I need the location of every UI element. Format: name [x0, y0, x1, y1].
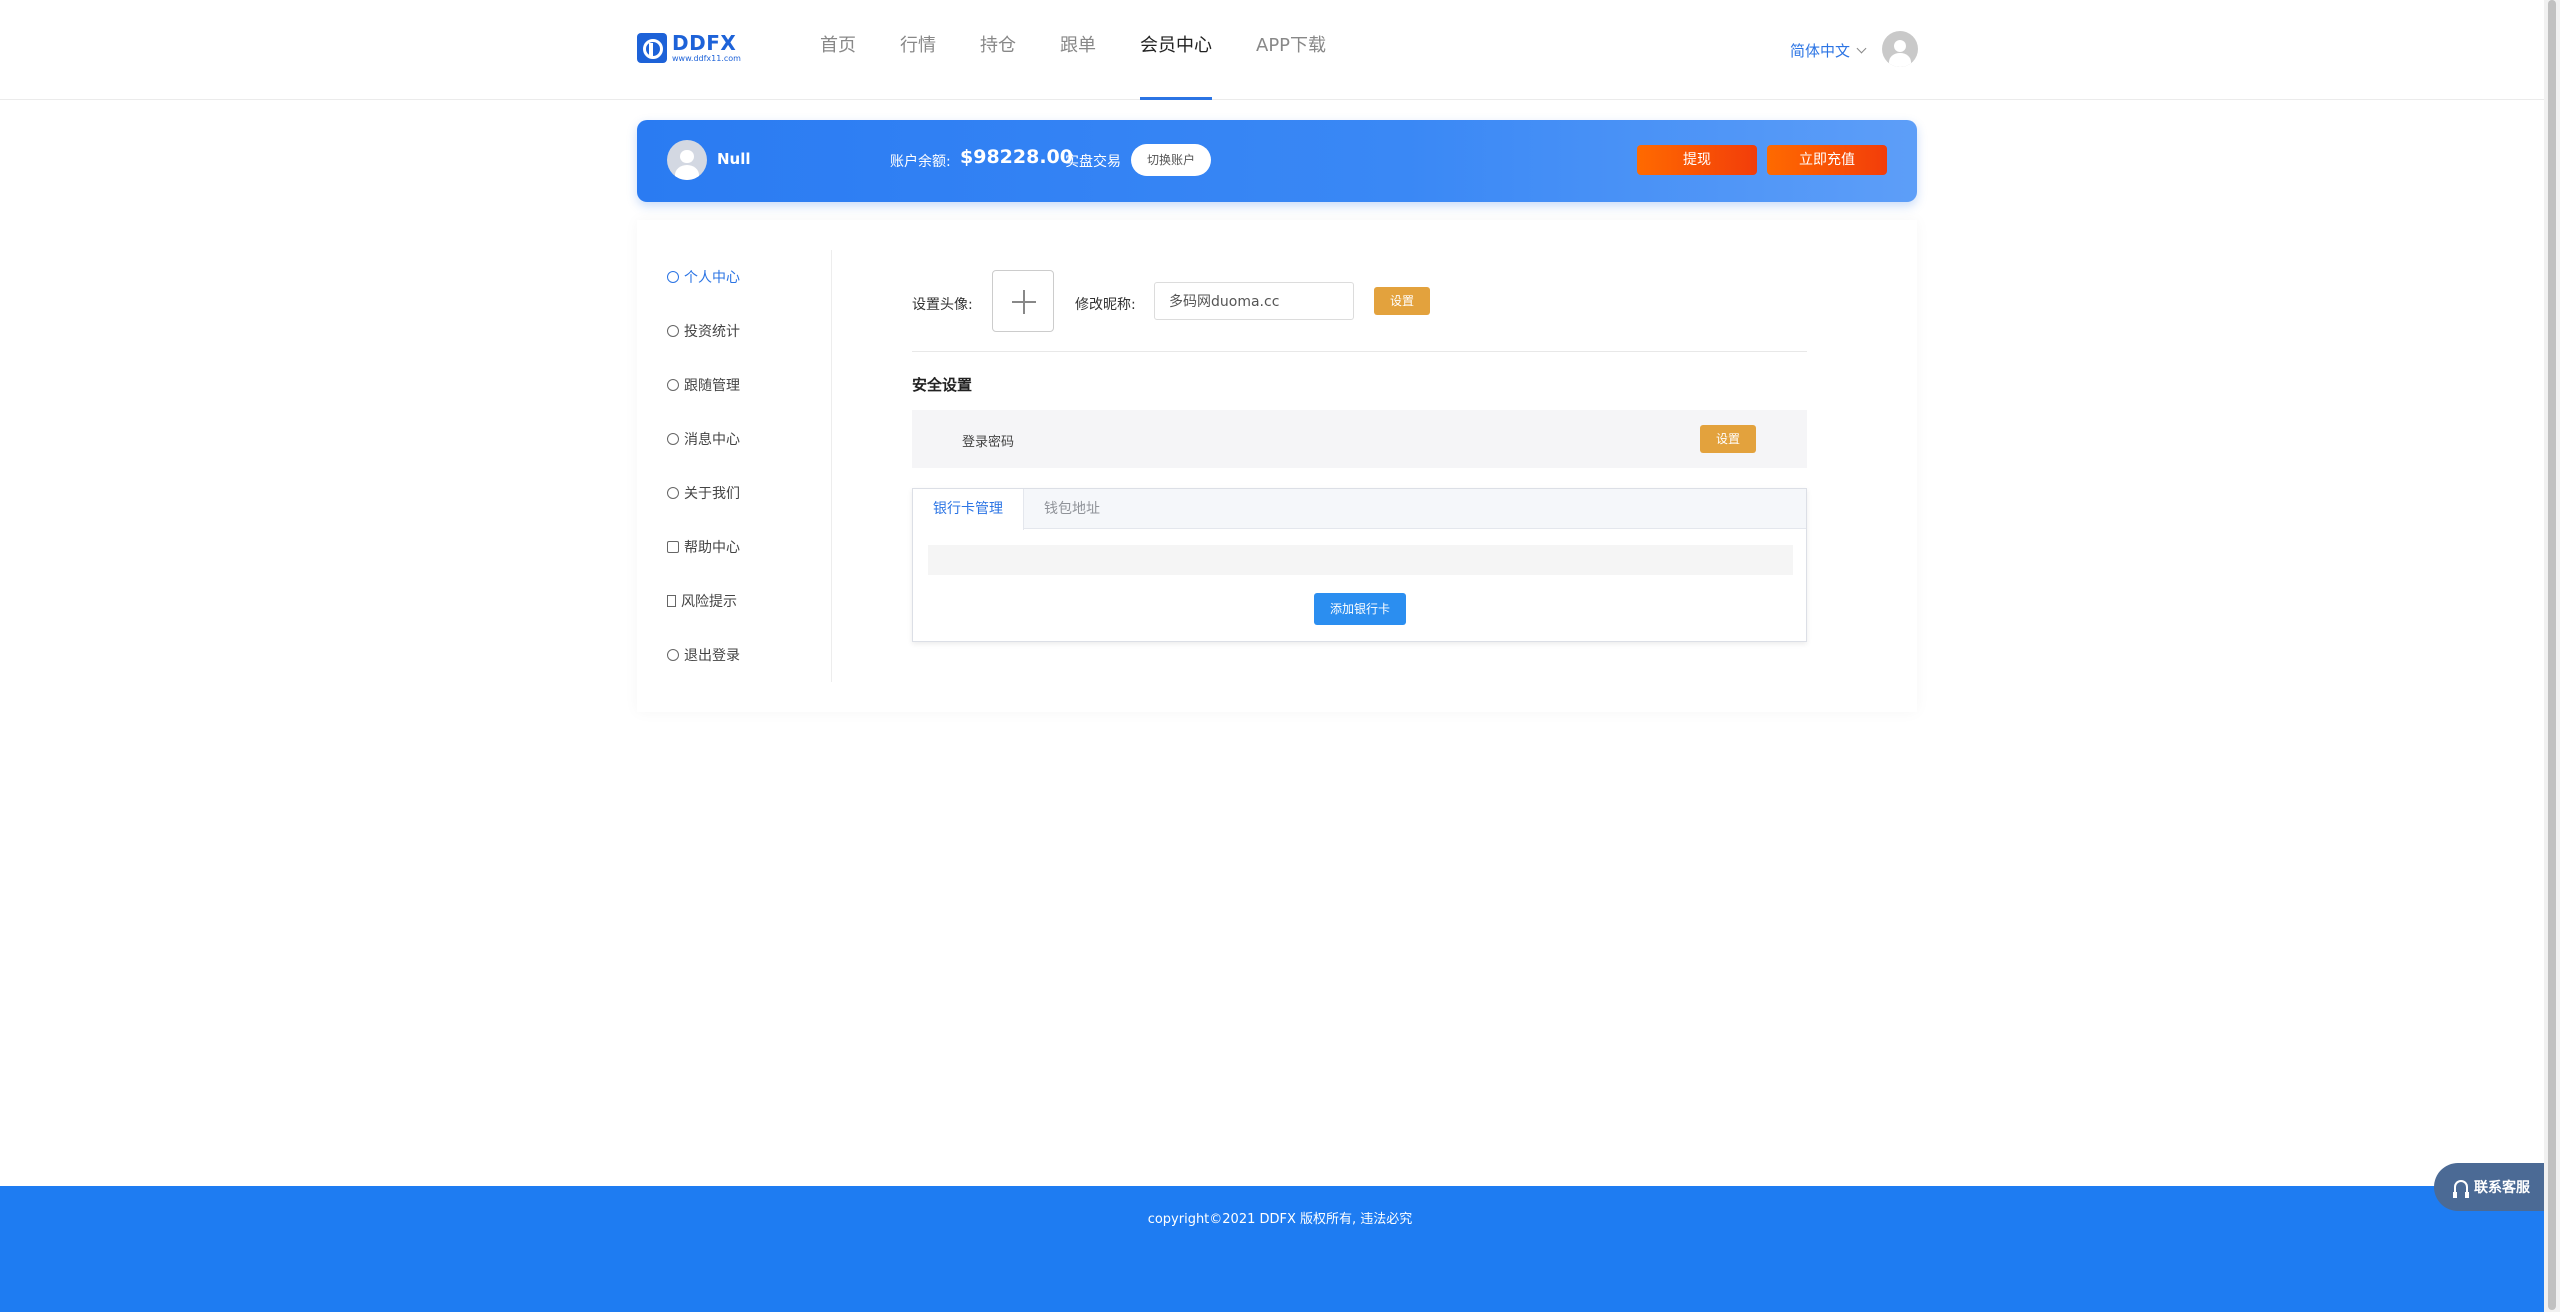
- link-icon: [667, 379, 679, 391]
- sidebar-item-label: 帮助中心: [684, 540, 740, 556]
- nickname-label: 修改昵称:: [1075, 297, 1136, 313]
- scrollbar[interactable]: [2548, 0, 2556, 1310]
- avatar-upload[interactable]: [992, 270, 1054, 332]
- sidebar-item-risk-notice[interactable]: 风险提示: [667, 574, 831, 628]
- nickname-set-button[interactable]: 设置: [1374, 287, 1430, 315]
- payment-tabs: 银行卡管理 钱包地址 添加银行卡: [912, 488, 1807, 642]
- chevron-down-icon: [1856, 43, 1867, 54]
- sidebar-item-investment-stats[interactable]: 投资统计: [667, 304, 831, 358]
- recharge-button[interactable]: 立即充值: [1767, 145, 1887, 175]
- sidebar-item-about-us[interactable]: 关于我们: [667, 466, 831, 520]
- nav-home[interactable]: 首页: [820, 0, 856, 100]
- sidebar-item-label: 关于我们: [684, 486, 740, 502]
- customer-support-button[interactable]: 联系客服: [2434, 1163, 2558, 1211]
- top-header: DDFX www.ddfx11.com 首页 行情 持仓 跟单 会员中心 APP…: [0, 0, 2560, 100]
- sidebar-item-help-center[interactable]: 帮助中心: [667, 520, 831, 574]
- login-password-label: 登录密码: [962, 435, 1015, 450]
- balance-value: $98228.00: [960, 146, 1073, 168]
- profile-row: 设置头像: 修改昵称: 设置: [912, 270, 1807, 336]
- login-password-row: 登录密码 设置: [912, 410, 1807, 468]
- nav-market[interactable]: 行情: [900, 0, 936, 100]
- sidebar-item-personal-center[interactable]: 个人中心: [667, 250, 831, 304]
- nav-positions[interactable]: 持仓: [980, 0, 1016, 100]
- sidebar-item-label: 消息中心: [684, 432, 740, 448]
- member-panel: 个人中心 投资统计 跟随管理 消息中心 关于我们 帮助中心 风险提示 退出登录: [637, 220, 1917, 712]
- headset-icon: [2453, 1180, 2469, 1198]
- login-password-set-button[interactable]: 设置: [1700, 425, 1756, 453]
- balance-label: 账户余额:: [890, 154, 951, 170]
- user-icon: [1893, 39, 1907, 52]
- tabs-header: 银行卡管理 钱包地址: [913, 489, 1806, 530]
- sidebar-item-label: 风险提示: [681, 594, 737, 610]
- sidebar-item-label: 投资统计: [684, 324, 740, 340]
- account-mode-label: 实盘交易: [1065, 154, 1121, 170]
- bank-card-list: [928, 545, 1793, 575]
- account-banner: Null 账户余额: $98228.00 实盘交易 切换账户 提现 立即充值: [637, 120, 1917, 202]
- document-icon: [667, 541, 679, 553]
- security-title: 安全设置: [912, 376, 973, 394]
- sidebar: 个人中心 投资统计 跟随管理 消息中心 关于我们 帮助中心 风险提示 退出登录: [667, 250, 832, 682]
- sidebar-item-label: 退出登录: [684, 648, 740, 664]
- avatar[interactable]: [1882, 31, 1918, 67]
- sidebar-item-label: 跟随管理: [684, 378, 740, 394]
- banner-avatar: [667, 140, 707, 180]
- switch-account-button[interactable]: 切换账户: [1131, 144, 1211, 176]
- copyright-text: copyright©2021 DDFX 版权所有, 违法必究: [1147, 1212, 1413, 1227]
- pie-chart-icon: [667, 325, 679, 337]
- nickname-input[interactable]: [1154, 282, 1354, 320]
- avatar-label: 设置头像:: [912, 297, 973, 313]
- user-icon: [680, 149, 694, 164]
- username: Null: [717, 150, 751, 168]
- sidebar-item-label: 个人中心: [684, 270, 740, 286]
- sidebar-item-messages[interactable]: 消息中心: [667, 412, 831, 466]
- language-label: 简体中文: [1790, 42, 1851, 60]
- user-icon: [667, 487, 679, 499]
- logo[interactable]: DDFX www.ddfx11.com: [637, 32, 741, 64]
- nav-copy-trade[interactable]: 跟单: [1060, 0, 1096, 100]
- sidebar-item-follow-management[interactable]: 跟随管理: [667, 358, 831, 412]
- refresh-icon: [667, 649, 679, 661]
- support-label: 联系客服: [2474, 1180, 2530, 1196]
- logo-name: DDFX: [672, 31, 737, 55]
- logo-icon: [637, 33, 667, 63]
- profile-content: 设置头像: 修改昵称: 设置 安全设置 登录密码 设置 银行卡管理 钱包地址 添…: [912, 270, 1807, 642]
- tab-bank-cards[interactable]: 银行卡管理: [913, 489, 1024, 530]
- nav-member-center[interactable]: 会员中心: [1140, 0, 1212, 100]
- gear-icon: [667, 271, 679, 283]
- chat-icon: [667, 433, 679, 445]
- main-nav: 首页 行情 持仓 跟单 会员中心 APP下载: [820, 0, 1370, 100]
- bookmark-icon: [667, 595, 676, 607]
- footer: copyright©2021 DDFX 版权所有, 违法必究: [0, 1186, 2560, 1312]
- divider: [912, 351, 1807, 352]
- tab-wallet-address[interactable]: 钱包地址: [1024, 489, 1120, 529]
- add-bank-card-button[interactable]: 添加银行卡: [1314, 593, 1406, 625]
- sidebar-item-logout[interactable]: 退出登录: [667, 628, 831, 682]
- logo-url: www.ddfx11.com: [672, 54, 741, 63]
- withdraw-button[interactable]: 提现: [1637, 145, 1757, 175]
- nav-app-download[interactable]: APP下载: [1256, 0, 1326, 100]
- language-selector[interactable]: 简体中文: [1790, 40, 1867, 61]
